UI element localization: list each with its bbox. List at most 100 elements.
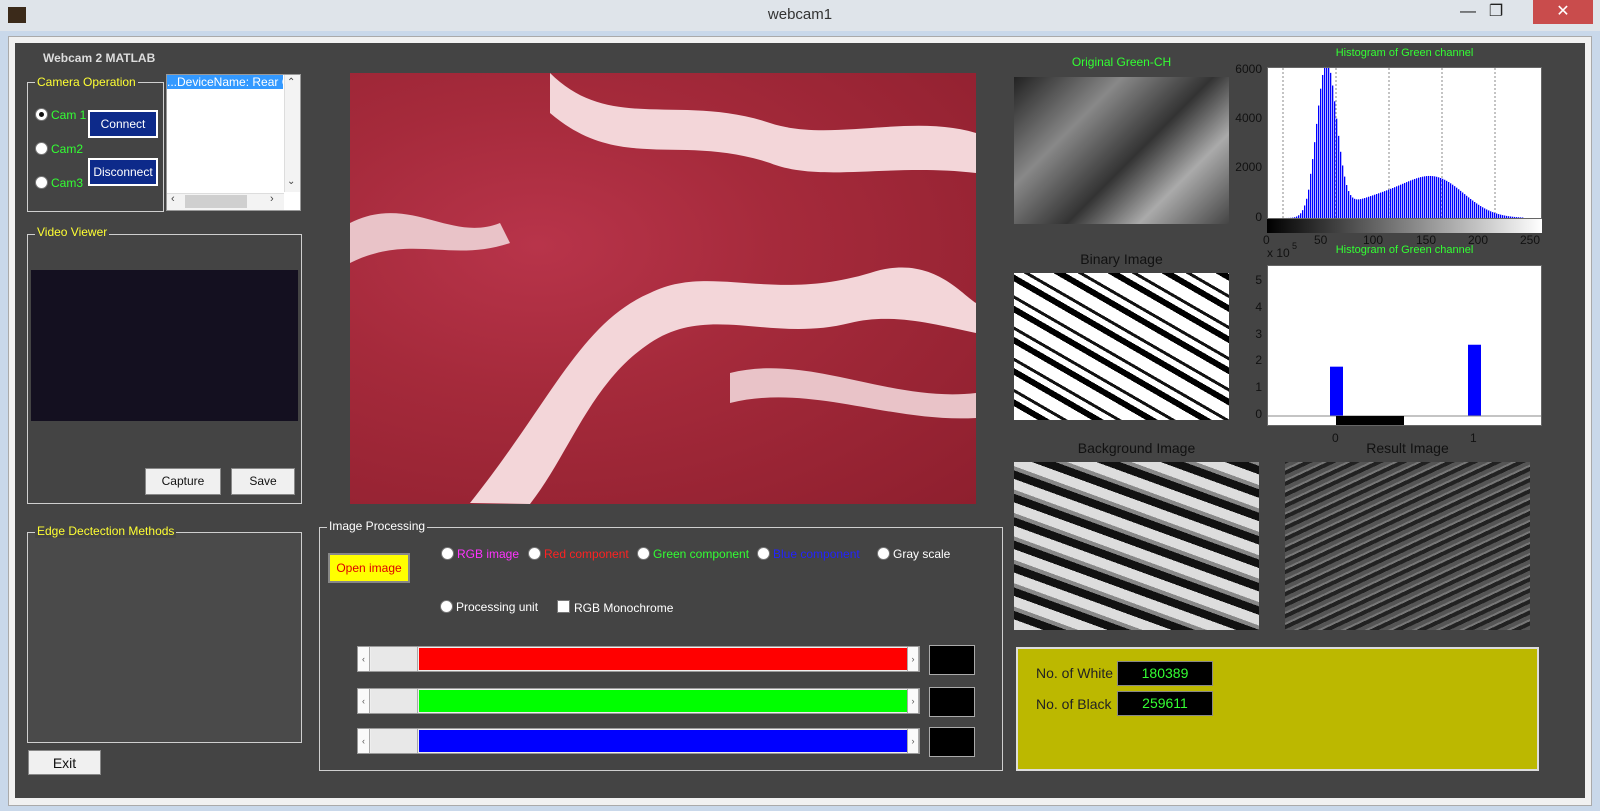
- slider-left-arrow-icon[interactable]: ‹: [358, 729, 370, 753]
- green-slider[interactable]: ‹ ›: [357, 688, 920, 714]
- histogram1-bar: [1512, 216, 1514, 218]
- histogram1-bar: [1468, 197, 1470, 218]
- histogram1-bar: [1396, 186, 1398, 218]
- h1-ytick: 4000: [1235, 111, 1262, 125]
- histogram2-bar: [1330, 366, 1343, 416]
- histogram1-bar: [1368, 196, 1370, 218]
- histogram1-bar: [1386, 190, 1388, 218]
- histogram1-bar: [1402, 183, 1404, 218]
- blue-slider[interactable]: ‹ ›: [357, 728, 920, 754]
- red-slider[interactable]: ‹ ›: [357, 646, 920, 672]
- slider-thumb[interactable]: [371, 729, 418, 753]
- scroll-left-icon[interactable]: ‹: [171, 193, 175, 205]
- slider-fill: [419, 648, 907, 670]
- histogram1-bar: [1422, 176, 1424, 218]
- histogram1-bar: [1444, 179, 1446, 218]
- histogram1-bar: [1506, 215, 1508, 218]
- histogram1-bar: [1316, 123, 1318, 218]
- scroll-right-icon[interactable]: ›: [270, 193, 274, 205]
- histogram1-bar: [1382, 191, 1384, 218]
- histogram1-bar: [1420, 177, 1422, 218]
- black-count-value: 259611: [1117, 691, 1213, 716]
- histogram1-bar: [1518, 217, 1520, 218]
- slider-fill: [419, 690, 907, 712]
- connect-button[interactable]: Connect: [88, 110, 158, 138]
- disconnect-button[interactable]: Disconnect: [88, 158, 158, 186]
- histogram1-bar: [1352, 197, 1354, 218]
- histogram1-bar: [1390, 188, 1392, 218]
- rgb-image-radio[interactable]: [441, 547, 454, 560]
- histogram1-bar: [1298, 215, 1300, 218]
- gray-scale-label: Gray scale: [893, 547, 951, 561]
- histogram1-bar: [1404, 182, 1406, 218]
- histogram1-bar: [1332, 85, 1334, 218]
- gray-scale-radio[interactable]: [877, 547, 890, 560]
- green-component-label: Green component: [653, 547, 750, 561]
- device-list-item[interactable]: ...DeviceName: Rear C: [167, 75, 283, 89]
- histogram1-bar: [1466, 195, 1468, 218]
- histogram1-bar: [1346, 185, 1348, 218]
- capture-button[interactable]: Capture: [145, 468, 221, 495]
- cam1-radio[interactable]: [35, 108, 48, 121]
- red-component-radio[interactable]: [528, 547, 541, 560]
- save-button[interactable]: Save: [231, 468, 295, 495]
- cam2-radio[interactable]: [35, 142, 48, 155]
- slider-right-arrow-icon[interactable]: ›: [907, 647, 919, 671]
- slider-left-arrow-icon[interactable]: ‹: [358, 647, 370, 671]
- histogram1-bar: [1436, 176, 1438, 218]
- slider-thumb[interactable]: [371, 647, 418, 671]
- red-swatch: [929, 645, 975, 675]
- histogram1-bar: [1400, 184, 1402, 218]
- histogram1-bar: [1358, 199, 1360, 218]
- histogram1-bar: [1312, 159, 1314, 218]
- blue-component-radio[interactable]: [757, 547, 770, 560]
- horizontal-scroll-thumb[interactable]: [185, 195, 247, 208]
- histogram1-bar: [1514, 216, 1516, 218]
- histogram1-bar: [1344, 176, 1346, 218]
- binary-image: [1014, 273, 1229, 420]
- processing-unit-radio[interactable]: [440, 600, 453, 613]
- scroll-up-icon[interactable]: ⌃: [287, 77, 295, 88]
- histogram1-bar: [1320, 88, 1322, 218]
- histogram1-bar: [1448, 182, 1450, 218]
- slider-thumb[interactable]: [371, 689, 418, 713]
- histogram1-bar: [1458, 189, 1460, 218]
- cam3-radio[interactable]: [35, 176, 48, 189]
- histogram1-bar: [1478, 204, 1480, 218]
- histogram1-bar: [1308, 189, 1310, 218]
- histogram1-bar: [1294, 217, 1296, 218]
- device-listbox[interactable]: [166, 74, 301, 211]
- exit-button[interactable]: Exit: [28, 750, 101, 775]
- slider-right-arrow-icon[interactable]: ›: [907, 689, 919, 713]
- histogram1-bar: [1304, 205, 1306, 218]
- slider-right-arrow-icon[interactable]: ›: [907, 729, 919, 753]
- histogram1-bar: [1406, 182, 1408, 218]
- histogram1-bar: [1342, 165, 1344, 218]
- blue-swatch: [929, 727, 975, 757]
- histogram1-bar: [1354, 198, 1356, 218]
- histogram1-bar: [1384, 191, 1386, 218]
- histogram1-bar: [1306, 198, 1308, 218]
- histogram1-bar: [1516, 217, 1518, 218]
- histogram1-bar: [1454, 186, 1456, 218]
- rgb-monochrome-checkbox[interactable]: [557, 600, 570, 613]
- maximize-button[interactable]: ❐: [1476, 0, 1516, 24]
- histogram1-bar: [1366, 197, 1368, 218]
- histogram1-bar: [1360, 199, 1362, 218]
- histogram1-bar: [1388, 189, 1390, 218]
- histogram1-bar: [1338, 135, 1340, 218]
- slider-left-arrow-icon[interactable]: ‹: [358, 689, 370, 713]
- open-image-button[interactable]: Open image: [328, 553, 410, 583]
- result-image: [1285, 462, 1530, 630]
- histogram1-bar: [1330, 72, 1332, 218]
- green-component-radio[interactable]: [637, 547, 650, 560]
- close-button[interactable]: ✕: [1533, 0, 1593, 24]
- scroll-down-icon[interactable]: ⌄: [287, 176, 295, 187]
- histogram1-bar: [1450, 183, 1452, 218]
- histogram1-bar: [1472, 200, 1474, 218]
- listbox-vertical-scrollbar[interactable]: [284, 75, 300, 192]
- histogram1-bar: [1442, 178, 1444, 218]
- histogram1-bar: [1296, 216, 1298, 218]
- rgb-monochrome-label: RGB Monochrome: [574, 601, 674, 615]
- histogram1-bar: [1430, 175, 1432, 218]
